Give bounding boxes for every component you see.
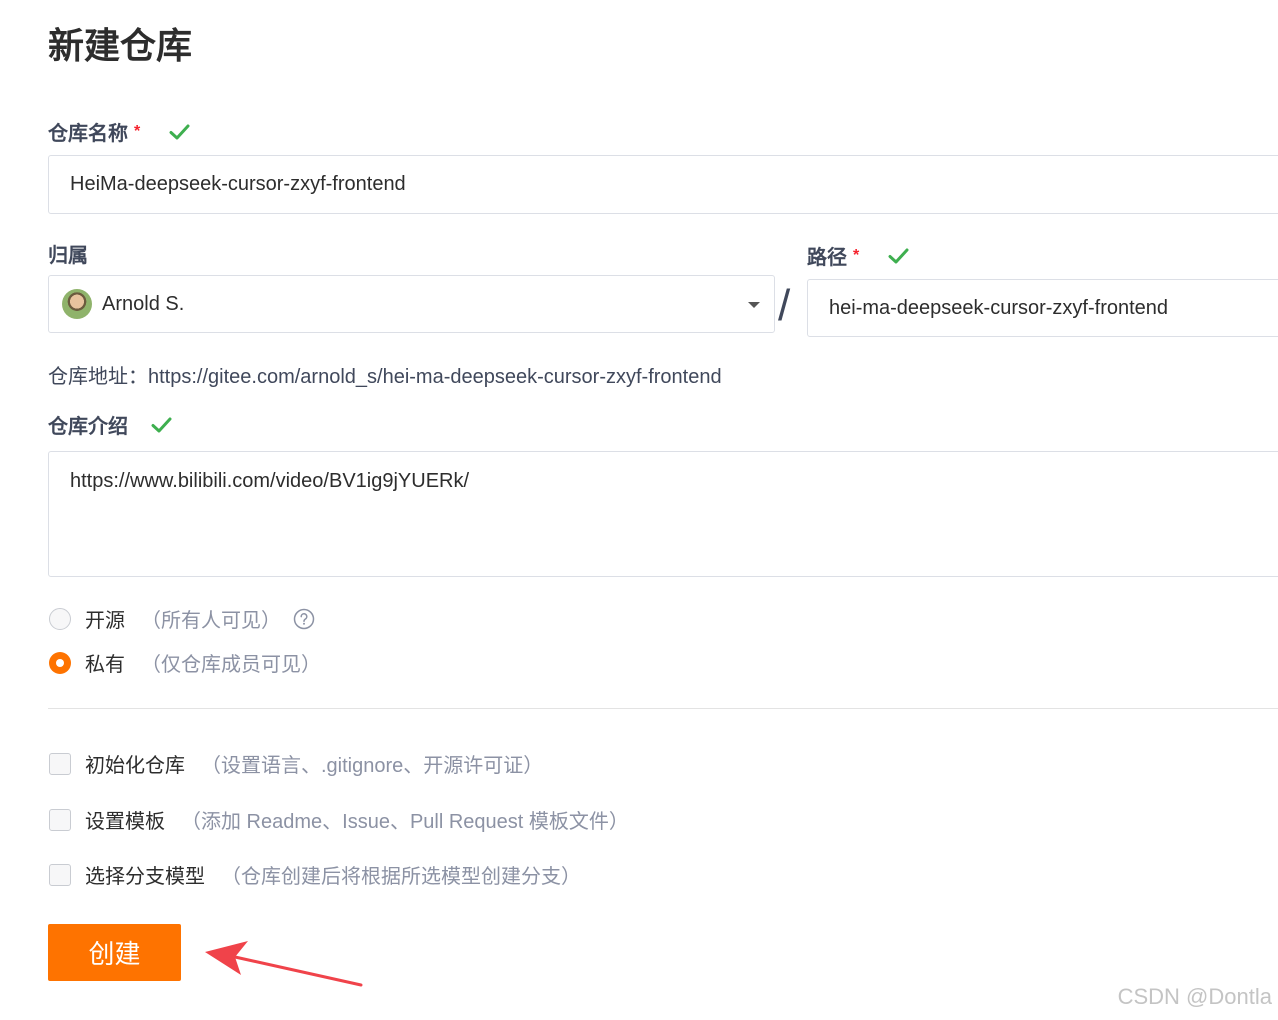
description-label-row: 仓库介绍: [48, 413, 172, 441]
check-icon: [888, 248, 909, 264]
repo-name-value: HeiMa-deepseek-cursor-zxyf-frontend: [70, 173, 406, 195]
radio-hint: （仅仓库成员可见）: [141, 654, 321, 676]
radio-label: 私有: [85, 654, 125, 676]
option-init-repo[interactable]: 初始化仓库 （设置语言、.gitignore、开源许可证）: [49, 749, 543, 778]
radio-open-source[interactable]: 开源 （所有人可见）: [49, 604, 315, 633]
required-mark: *: [134, 123, 141, 140]
owner-label: 归属: [48, 245, 88, 267]
owner-selected-value: Arnold S.: [102, 292, 185, 315]
path-label: 路径: [807, 247, 847, 269]
option-label: 初始化仓库: [85, 755, 185, 777]
required-mark: *: [853, 247, 860, 264]
path-label-row: 路径 *: [807, 244, 909, 272]
description-textarea[interactable]: https://www.bilibili.com/video/BV1ig9jYU…: [48, 451, 1278, 577]
page-title: 新建仓库: [48, 25, 193, 66]
radio-private[interactable]: 私有 （仅仓库成员可见）: [49, 648, 321, 677]
repo-address: 仓库地址：https://gitee.com/arnold_s/hei-ma-d…: [48, 366, 722, 388]
option-label: 选择分支模型: [85, 866, 205, 888]
owner-select[interactable]: Arnold S.: [48, 275, 775, 333]
divider: [48, 708, 1278, 709]
option-hint: （设置语言、.gitignore、开源许可证）: [201, 755, 544, 777]
create-button[interactable]: 创建: [48, 924, 181, 981]
question-circle-icon[interactable]: [293, 608, 315, 630]
option-template[interactable]: 设置模板 （添加 Readme、Issue、Pull Request 模板文件）: [49, 805, 629, 834]
watermark: CSDN @Dontla: [1117, 984, 1272, 1009]
check-icon: [169, 124, 190, 140]
checkbox[interactable]: [49, 808, 71, 831]
avatar: [62, 289, 92, 319]
checkbox[interactable]: [49, 863, 71, 886]
radio-button-checked[interactable]: [49, 651, 71, 674]
option-hint: （添加 Readme、Issue、Pull Request 模板文件）: [181, 811, 629, 833]
repo-name-input[interactable]: HeiMa-deepseek-cursor-zxyf-frontend: [48, 155, 1278, 214]
check-icon: [151, 417, 172, 433]
annotation-arrow-icon: [205, 941, 363, 987]
path-value: hei-ma-deepseek-cursor-zxyf-frontend: [829, 296, 1169, 319]
radio-button[interactable]: [49, 607, 71, 630]
checkbox[interactable]: [49, 752, 71, 775]
radio-hint: （所有人可见）: [141, 610, 281, 632]
path-input[interactable]: hei-ma-deepseek-cursor-zxyf-frontend: [807, 279, 1278, 337]
option-label: 设置模板: [85, 811, 165, 833]
radio-label: 开源: [85, 610, 125, 632]
description-label: 仓库介绍: [48, 416, 128, 438]
option-branch-model[interactable]: 选择分支模型 （仓库创建后将根据所选模型创建分支）: [49, 860, 581, 889]
owner-path-separator: /: [778, 281, 791, 330]
repo-name-label: 仓库名称: [48, 123, 128, 145]
option-hint: （仓库创建后将根据所选模型创建分支）: [221, 866, 581, 888]
caret-down-icon: [748, 302, 760, 308]
repo-name-label-row: 仓库名称 *: [48, 120, 190, 148]
description-value: https://www.bilibili.com/video/BV1ig9jYU…: [70, 470, 470, 492]
